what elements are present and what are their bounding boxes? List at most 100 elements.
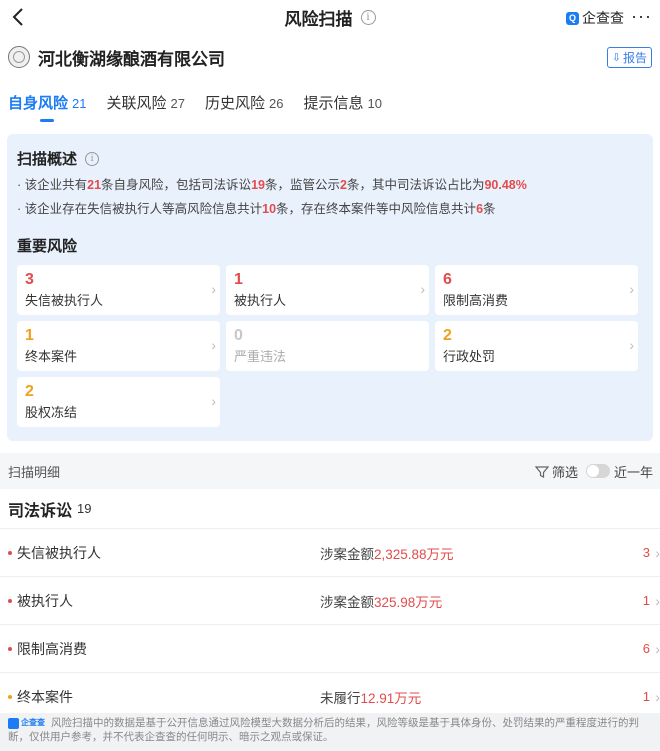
tab-label: 关联风险 [106, 95, 167, 112]
report-button[interactable]: ⇩ 报告 [606, 47, 652, 68]
risk-card-admin-penalty[interactable]: 2 行政处罚 › [435, 321, 638, 371]
recent-year-toggle[interactable] [586, 464, 610, 478]
highlight-number: 10 [262, 202, 277, 216]
brand-logo-icon: 企查查 [8, 716, 45, 730]
list-item[interactable]: 限制高消费 6 › [0, 625, 660, 673]
scan-detail-bar: 扫描明细 筛选 近一年 [0, 453, 660, 489]
row-name: 限制高消费 [17, 640, 87, 657]
filter-label: 筛选 [551, 465, 578, 480]
section-title: 司法诉讼 [8, 502, 73, 520]
scan-overview-panel: 扫描概述 i · 该企业共有21条自身风险，包括司法诉讼19条，监管公示2条，其… [7, 134, 653, 441]
disclaimer-footer: 企查查 风险扫描中的数据是基于公开信息通过风险模型大数据分析后的结果，风险等级是基… [0, 713, 660, 751]
row-name: 失信被执行人 [17, 544, 101, 561]
tab-label: 自身风险 [8, 95, 69, 112]
row-amount: 涉案金额2,325.88万元 [320, 543, 454, 563]
row-count: 3 [642, 545, 650, 560]
download-icon: ⇩ [611, 52, 621, 64]
list-item[interactable]: 被执行人 涉案金额325.98万元 1 › [0, 577, 660, 625]
risk-dot [8, 598, 12, 603]
footer-logo-text: 企查查 [21, 718, 45, 728]
risk-card-label: 被执行人 [234, 293, 287, 308]
brand-logo-icon: Q [566, 11, 579, 25]
row-amount: 未履行12.91万元 [320, 687, 421, 707]
tab-count: 10 [367, 96, 382, 111]
highlight-number: 19 [251, 178, 265, 192]
chevron-right-icon: › [655, 688, 660, 705]
brand-link[interactable]: Q 企查查 [566, 8, 624, 28]
risk-card-equity-freeze[interactable]: 2 股权冻结 › [17, 377, 220, 427]
risk-card-dishonest[interactable]: 3 失信被执行人 › [17, 265, 220, 315]
recent-year-label: 近一年 [613, 465, 653, 480]
row-amount: 涉案金额325.98万元 [320, 591, 442, 611]
risk-card-count: 2 [25, 383, 34, 400]
risk-card-count: 0 [234, 327, 243, 344]
chevron-right-icon: › [629, 281, 634, 297]
risk-card-label: 限制高消费 [443, 293, 509, 308]
risk-card-count: 3 [25, 271, 34, 288]
risk-card-label: 严重违法 [234, 349, 287, 364]
risk-card-count: 2 [443, 327, 452, 344]
text: 条，其中司法诉讼占比为 [346, 178, 485, 192]
overview-line-1: · 该企业共有21条自身风险，包括司法诉讼19条，监管公示2条，其中司法诉讼占比… [17, 177, 643, 193]
amount-prefix: 涉案金额 [320, 594, 374, 610]
important-risk-grid: 3 失信被执行人 › 1 被执行人 › 6 限制高消费 › 1 终本案件 › 0… [17, 265, 643, 427]
company-header: 河北衡湖缘酿酒有限公司 ⇩ 报告 [0, 34, 660, 80]
amount-prefix: 未履行 [320, 690, 361, 706]
info-icon[interactable]: i [360, 9, 376, 25]
risk-card-consumption-limit[interactable]: 6 限制高消费 › [435, 265, 638, 315]
chevron-right-icon: › [420, 281, 425, 297]
tab-hint-info[interactable]: 提示信息 10 [303, 80, 381, 122]
risk-card-serious-violation: 0 严重违法 [226, 321, 429, 371]
text: 条，存在终本案件等中风险信息共计 [276, 202, 477, 216]
overview-title: 扫描概述 i [17, 148, 643, 169]
brand-name: 企查查 [582, 10, 624, 26]
overview-line-2: · 该企业存在失信被执行人等高风险信息共计10条，存在终本案件等中风险信息共计6… [17, 201, 643, 217]
amount-value: 2,325.88万元 [374, 546, 454, 562]
highlight-number: 2 [339, 178, 347, 192]
chevron-right-icon: › [629, 337, 634, 353]
risk-card-label: 失信被执行人 [25, 293, 104, 308]
company-seal-icon [8, 46, 30, 68]
risk-dot [8, 550, 12, 555]
risk-tabs: 自身风险 21 关联风险 27 历史风险 26 提示信息 10 [0, 80, 660, 122]
filter-button[interactable]: 筛选 [534, 462, 578, 481]
chevron-right-icon: › [211, 281, 216, 297]
text: · 该企业存在失信被执行人等高风险信息共计 [17, 202, 263, 216]
row-name: 终本案件 [17, 688, 73, 705]
risk-card-executed[interactable]: 1 被执行人 › [226, 265, 429, 315]
info-icon[interactable]: i [85, 151, 100, 166]
tab-history-risk[interactable]: 历史风险 26 [205, 80, 283, 122]
scan-detail-label: 扫描明细 [8, 464, 61, 480]
overview-title-text: 扫描概述 [17, 151, 78, 168]
list-item[interactable]: 失信被执行人 涉案金额2,325.88万元 3 › [0, 529, 660, 577]
highlight-number: 6 [476, 202, 484, 216]
report-label: 报告 [622, 51, 647, 65]
important-risk-title: 重要风险 [17, 238, 78, 255]
tab-count: 26 [268, 96, 284, 111]
disclaimer-text: 风险扫描中的数据是基于公开信息通过风险模型大数据分析后的结果，风险等级是基于具体… [8, 717, 639, 744]
risk-card-label: 终本案件 [25, 349, 78, 364]
risk-dot [8, 694, 12, 699]
chevron-right-icon: › [655, 592, 660, 609]
section-count: 19 [77, 501, 92, 516]
chevron-right-icon: › [211, 337, 216, 353]
text: · 该企业共有 [17, 178, 88, 192]
highlight-number: 90.48% [484, 178, 527, 192]
tab-label: 提示信息 [303, 95, 364, 112]
row-count: 1 [642, 689, 650, 704]
risk-card-terminated-case[interactable]: 1 终本案件 › [17, 321, 220, 371]
tab-count: 27 [170, 96, 185, 111]
text: 条自身风险，包括司法诉讼 [101, 178, 252, 192]
tab-self-risk[interactable]: 自身风险 21 [8, 80, 86, 122]
tab-related-risk[interactable]: 关联风险 27 [106, 80, 184, 122]
risk-card-count: 1 [25, 327, 34, 344]
company-name: 河北衡湖缘酿酒有限公司 [38, 49, 225, 69]
text: 条 [483, 202, 496, 216]
amount-prefix: 涉案金额 [320, 546, 374, 562]
back-icon[interactable] [6, 3, 30, 31]
more-icon[interactable]: ··· [631, 6, 652, 27]
nav-bar: 风险扫描 i Q 企查查 ··· [0, 0, 660, 34]
tab-count: 21 [72, 96, 87, 111]
highlight-number: 21 [87, 178, 102, 192]
risk-card-count: 6 [443, 271, 452, 288]
